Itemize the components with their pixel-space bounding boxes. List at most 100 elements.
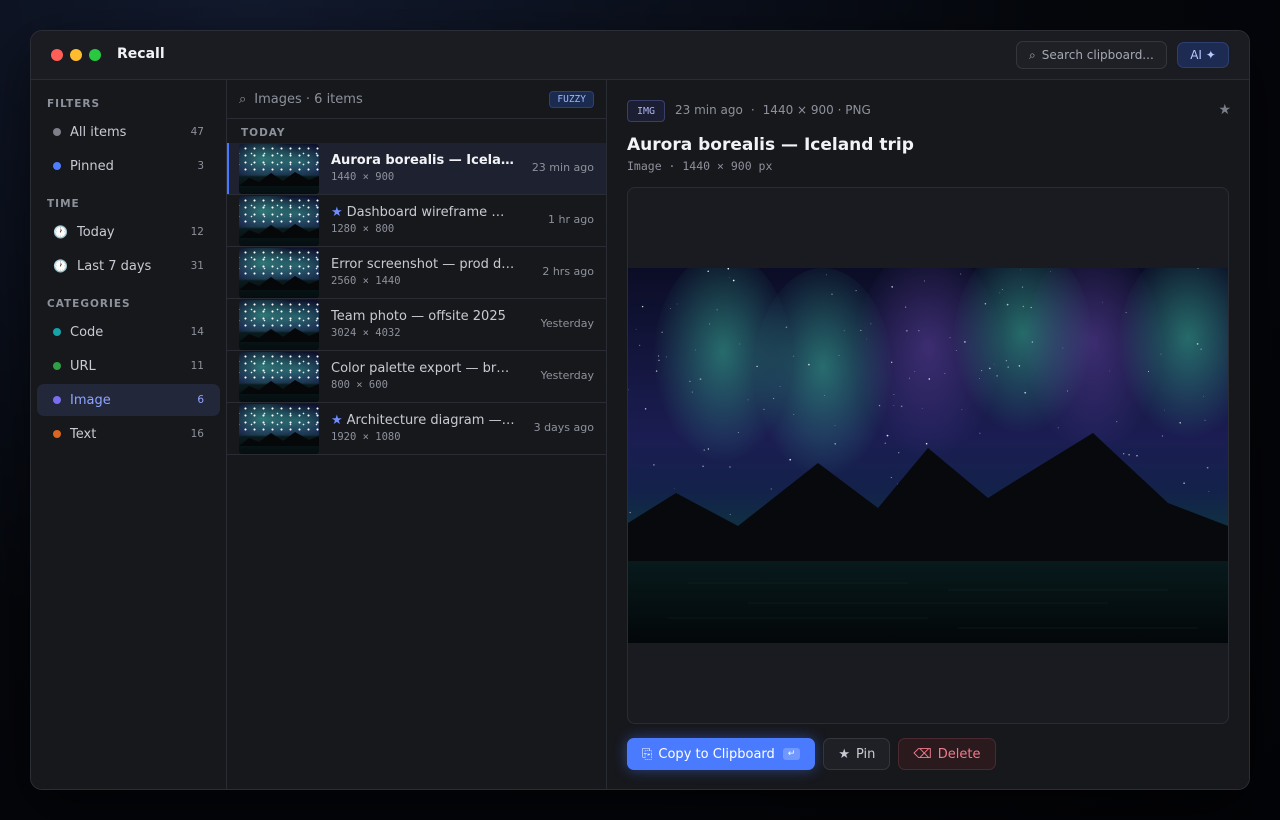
sidebar-item-count: 11	[190, 360, 204, 372]
sidebar-item-label: Pinned	[70, 158, 114, 174]
sidebar-item-label: Image	[70, 392, 111, 408]
category-dot	[53, 430, 61, 438]
group-label-today: TODAY	[241, 127, 286, 139]
sidebar-item-count: 31	[190, 260, 204, 272]
list-header: ⌕ Images · 6 items FUZZY	[227, 80, 606, 119]
list-item-dimensions: 3024 × 4032	[331, 327, 401, 339]
sidebar-item-code[interactable]: Code 14	[37, 316, 220, 348]
search-icon: ⌕	[239, 91, 247, 107]
image-thumbnail	[239, 404, 319, 454]
delete-button[interactable]: ⌫ Delete	[898, 738, 996, 770]
search-input[interactable]: ⌕ Search clipboard...	[1016, 41, 1167, 69]
action-bar: ⎘ Copy to Clipboard ↵ ★ Pin ⌫ Delete	[627, 738, 996, 770]
category-dot	[53, 328, 61, 336]
list-item[interactable]: Color palette export — brand 800 × 600 Y…	[227, 351, 606, 403]
list-item-time: Yesterday	[540, 317, 594, 330]
list-item[interactable]: ★Architecture diagram — services 1920 × …	[227, 403, 606, 455]
list-item-dimensions: 2560 × 1440	[331, 275, 401, 287]
delete-icon: ⌫	[913, 746, 932, 762]
sidebar-item-pinned[interactable]: Pinned 3	[37, 150, 220, 182]
image-thumbnail	[239, 144, 319, 194]
sidebar-item-count: 3	[197, 160, 204, 172]
favorite-star-icon[interactable]: ★	[1218, 102, 1231, 118]
sidebar-item-label: Today	[77, 224, 115, 240]
pin-button-label: Pin	[856, 746, 876, 762]
meta-separator: ·	[750, 103, 755, 117]
list-header-text: Images · 6 items	[254, 91, 363, 107]
window-controls	[51, 49, 101, 61]
list-item-time: 1 hr ago	[548, 213, 594, 226]
maximize-window-button[interactable]	[89, 49, 101, 61]
pin-button[interactable]: ★ Pin	[823, 738, 891, 770]
fuzzy-mode-badge[interactable]: FUZZY	[549, 91, 594, 108]
list-item-time: 3 days ago	[533, 421, 594, 434]
sidebar-item-count: 14	[190, 326, 204, 338]
sidebar-item-today[interactable]: 🕐 Today 12	[37, 216, 220, 248]
detail-info: 1440 × 900 · PNG	[762, 103, 871, 117]
sidebar-item-all-items[interactable]: All items 47	[37, 116, 220, 148]
category-dot	[53, 128, 61, 136]
sidebar-item-image[interactable]: Image 6	[37, 384, 220, 416]
list-item-title: Color palette export — brand	[331, 361, 517, 376]
list-item[interactable]: ★ Dashboard wireframe — v2 1280 × 800 1 h…	[227, 195, 606, 247]
close-window-button[interactable]	[51, 49, 63, 61]
list-item[interactable]: Error screenshot — prod deploy 2560 × 14…	[227, 247, 606, 299]
category-dot	[53, 362, 61, 370]
list-item-title: Error screenshot — prod deploy	[331, 257, 517, 272]
sidebar-item-count: 12	[190, 226, 204, 238]
pinned-star-icon: ★	[331, 205, 343, 220]
sidebar-item-label: URL	[70, 358, 96, 374]
list-item-title: ★ Dashboard wireframe — v2	[331, 205, 517, 220]
sidebar-item-label: Code	[70, 324, 104, 340]
aurora-image	[628, 268, 1228, 643]
image-thumbnail	[239, 300, 319, 350]
title-bar: Recall ⌕ Search clipboard... AI ✦	[31, 31, 1249, 80]
detail-meta: 23 min ago · 1440 × 900 · PNG	[675, 103, 871, 117]
detail-subtitle: Image · 1440 × 900 px	[627, 159, 773, 173]
copy-icon: ⎘	[642, 746, 653, 762]
list-item-title: ★Architecture diagram — services	[331, 413, 517, 428]
list-item-time: 2 hrs ago	[542, 265, 594, 278]
sidebar-item-label: All items	[70, 124, 127, 140]
list-item-time: 23 min ago	[531, 161, 594, 174]
image-preview	[627, 187, 1229, 724]
sidebar-item-text[interactable]: Text 16	[37, 418, 220, 450]
search-icon: ⌕	[1029, 47, 1036, 62]
clock-icon: 🕐	[53, 225, 68, 239]
sidebar-item-label: Text	[70, 426, 97, 442]
sidebar-item-count: 47	[190, 126, 204, 138]
ai-button[interactable]: AI ✦	[1177, 42, 1229, 68]
sidebar-item-count: 16	[190, 428, 204, 440]
detail-time: 23 min ago	[675, 103, 743, 117]
sidebar: FILTERS All items 47 Pinned 3 TIME 🕐 Tod…	[31, 80, 227, 789]
star-icon: ★	[838, 746, 850, 762]
image-thumbnail	[239, 248, 319, 298]
copy-button-label: Copy to Clipboard	[658, 746, 775, 762]
category-dot	[53, 396, 61, 404]
app-title: Recall	[117, 46, 165, 62]
list-item-dimensions: 800 × 600	[331, 379, 388, 391]
list-item-dimensions: 1440 × 900	[331, 171, 395, 183]
sidebar-item-count: 6	[197, 394, 204, 406]
image-thumbnail	[239, 352, 319, 402]
image-thumbnail	[239, 196, 319, 246]
list-item-time: Yesterday	[540, 369, 594, 382]
list-item[interactable]: Aurora borealis — Iceland trip 1440 × 90…	[227, 143, 606, 195]
enter-key-hint: ↵	[782, 748, 801, 760]
clock-icon: 🕐	[53, 259, 68, 273]
copy-to-clipboard-button[interactable]: ⎘ Copy to Clipboard ↵	[627, 738, 816, 770]
time-section-title: TIME	[47, 198, 80, 210]
pinned-star-icon: ★	[331, 413, 343, 428]
list-item-title: Team photo — offsite 2025	[331, 309, 506, 324]
categories-section-title: CATEGORIES	[47, 298, 131, 310]
list-item-title: Aurora borealis — Iceland trip	[331, 153, 517, 168]
app-window: Recall ⌕ Search clipboard... AI ✦ FILTER…	[30, 30, 1250, 790]
minimize-window-button[interactable]	[70, 49, 82, 61]
list-item[interactable]: Team photo — offsite 2025 3024 × 4032 Ye…	[227, 299, 606, 351]
sidebar-item-url[interactable]: URL 11	[37, 350, 220, 382]
delete-button-label: Delete	[937, 746, 981, 762]
category-dot	[53, 162, 61, 170]
list-item-dimensions: 1920 × 1080	[331, 431, 401, 443]
sidebar-item-last-7-days[interactable]: 🕐 Last 7 days 31	[37, 250, 220, 282]
sidebar-item-label: Last 7 days	[77, 258, 152, 274]
